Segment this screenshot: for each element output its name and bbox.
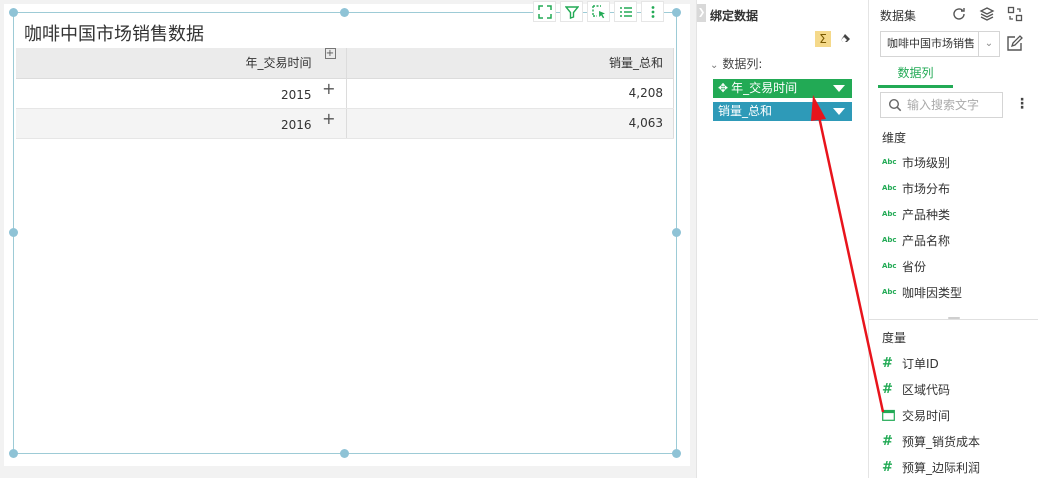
resize-handle-bottom-left[interactable] xyxy=(9,449,18,458)
table-cell-value: 4,063 xyxy=(346,108,674,139)
edit-icon[interactable] xyxy=(1006,35,1023,56)
data-columns-label: 数据列: xyxy=(722,57,763,71)
data-columns-section[interactable]: ⌄ 数据列: xyxy=(710,55,762,72)
table-header-sales[interactable]: 销量_总和 xyxy=(346,48,674,79)
collapse-panel-icon[interactable]: ❯ xyxy=(697,4,706,22)
more-options-icon[interactable]: ⋮ xyxy=(1015,97,1029,111)
field-item[interactable]: Abc 咖啡因类型 xyxy=(882,283,962,301)
table-cell-year: 2016 + xyxy=(16,108,347,139)
table-row: 2015 + 4,208 xyxy=(16,78,674,109)
text-type-icon: Abc xyxy=(882,262,897,270)
search-placeholder: 输入搜索文字 xyxy=(907,98,980,112)
app-root: 咖啡中国市场销售数据 年_交易时间 + 销量_总和 2015 + 4,208 20… xyxy=(0,0,1038,478)
table-header-row: 年_交易时间 + 销量_总和 xyxy=(16,48,674,79)
widget-toolbar xyxy=(533,1,664,22)
table-row: 2016 + 4,063 xyxy=(16,108,674,139)
number-type-icon: # xyxy=(882,381,893,397)
resize-handle-middle-left[interactable] xyxy=(9,228,18,237)
search-icon xyxy=(888,98,902,112)
dataset-select[interactable]: 咖啡中国市场销售 ⌄ xyxy=(880,31,1000,57)
field-item[interactable]: # 预算_销货成本 xyxy=(882,432,980,450)
dataset-panel-title: 数据集 xyxy=(880,9,917,23)
measure-section-title: 度量 xyxy=(882,331,907,345)
resize-handle-top-left[interactable] xyxy=(9,8,18,17)
bound-field-year[interactable]: ✥ 年_交易时间 xyxy=(713,79,852,98)
select-button[interactable] xyxy=(587,1,610,22)
header-label: 年_交易时间 xyxy=(245,56,312,71)
table-cell-year: 2015 + xyxy=(16,78,347,109)
resize-handle-bottom-right[interactable] xyxy=(672,449,681,458)
filter-button[interactable] xyxy=(560,1,583,22)
caret-down-icon[interactable] xyxy=(833,85,845,92)
field-item[interactable]: Abc 产品种类 xyxy=(882,205,950,223)
switch-dataset-icon[interactable] xyxy=(1005,5,1025,23)
field-search-input[interactable]: 输入搜索文字 xyxy=(880,92,1003,118)
calendar-icon xyxy=(882,409,902,421)
more-vertical-icon xyxy=(651,5,654,18)
filter-icon xyxy=(564,5,579,19)
field-item[interactable]: Abc 省份 xyxy=(882,257,926,275)
text-type-icon: Abc xyxy=(882,184,897,192)
binding-panel-title: 绑定数据 xyxy=(710,9,759,23)
bound-field-sales[interactable]: 销量_总和 xyxy=(713,102,852,121)
field-item[interactable]: Abc 产品名称 xyxy=(882,231,950,249)
text-type-icon: Abc xyxy=(882,288,897,296)
dataset-select-value: 咖啡中国市场销售 xyxy=(887,37,975,50)
table-cell-value: 4,208 xyxy=(346,78,674,109)
aggregate-sigma-icon[interactable]: Σ xyxy=(815,31,831,47)
eraser-icon[interactable] xyxy=(840,32,851,46)
report-canvas: 咖啡中国市场销售数据 年_交易时间 + 销量_总和 2015 + 4,208 20… xyxy=(0,0,696,478)
fullscreen-icon xyxy=(537,4,552,19)
dimension-section-title: 维度 xyxy=(882,131,907,145)
expand-row-icon[interactable]: + xyxy=(320,79,335,98)
number-type-icon: # xyxy=(882,355,893,371)
more-button[interactable] xyxy=(641,1,664,22)
resize-handle-top-center[interactable] xyxy=(340,8,349,17)
chevron-down-icon[interactable]: ⌄ xyxy=(978,32,999,56)
text-type-icon: Abc xyxy=(882,236,897,244)
field-item[interactable]: Abc 市场级别 xyxy=(882,153,950,171)
list-button[interactable] xyxy=(614,1,637,22)
dataset-toolbar xyxy=(949,5,1025,23)
bound-field-label: 销量_总和 xyxy=(718,104,773,118)
tab-data-columns[interactable]: 数据列 xyxy=(878,62,953,88)
number-type-icon: # xyxy=(882,459,893,475)
list-icon xyxy=(619,6,632,17)
refresh-icon[interactable] xyxy=(949,5,969,23)
field-item[interactable]: Abc 市场分布 xyxy=(882,179,950,197)
bound-field-label: 年_交易时间 xyxy=(731,81,798,95)
expand-all-icon[interactable]: + xyxy=(324,48,336,60)
field-item[interactable]: # 区域代码 xyxy=(882,380,950,398)
select-icon xyxy=(591,4,605,18)
panel-splitter[interactable] xyxy=(869,319,1038,320)
table-header-year[interactable]: 年_交易时间 + xyxy=(16,48,347,79)
splitter-grip[interactable] xyxy=(948,317,960,319)
resize-handle-middle-right[interactable] xyxy=(672,228,681,237)
caret-down-icon[interactable] xyxy=(833,108,845,115)
chevron-down-icon: ⌄ xyxy=(710,60,719,71)
binding-panel: ❯ 绑定数据 Σ ⌄ 数据列: ✥ 年_交易时间 销量_总和 xyxy=(696,0,868,478)
layers-icon[interactable] xyxy=(977,5,997,23)
text-type-icon: Abc xyxy=(882,210,897,218)
field-item[interactable]: # 预算_边际利润 xyxy=(882,458,980,476)
fullscreen-button[interactable] xyxy=(533,1,556,22)
widget-title: 咖啡中国市场销售数据 xyxy=(24,24,204,45)
field-item[interactable]: 交易时间 xyxy=(882,406,950,424)
expand-row-icon[interactable]: + xyxy=(320,109,335,128)
text-type-icon: Abc xyxy=(882,158,897,166)
resize-handle-bottom-center[interactable] xyxy=(340,449,349,458)
data-table: 年_交易时间 + 销量_总和 2015 + 4,208 2016 + 4,063 xyxy=(16,48,674,139)
number-type-icon: # xyxy=(882,433,893,449)
dataset-panel: 数据集 咖啡中国市场销售 ⌄ 数据列 输入搜索文字 ⋮ 维度 Abc 市场级别 A… xyxy=(868,0,1038,478)
move-handle-icon[interactable]: ✥ xyxy=(718,79,728,98)
field-item[interactable]: # 订单ID xyxy=(882,354,939,372)
resize-handle-top-right[interactable] xyxy=(672,8,681,17)
